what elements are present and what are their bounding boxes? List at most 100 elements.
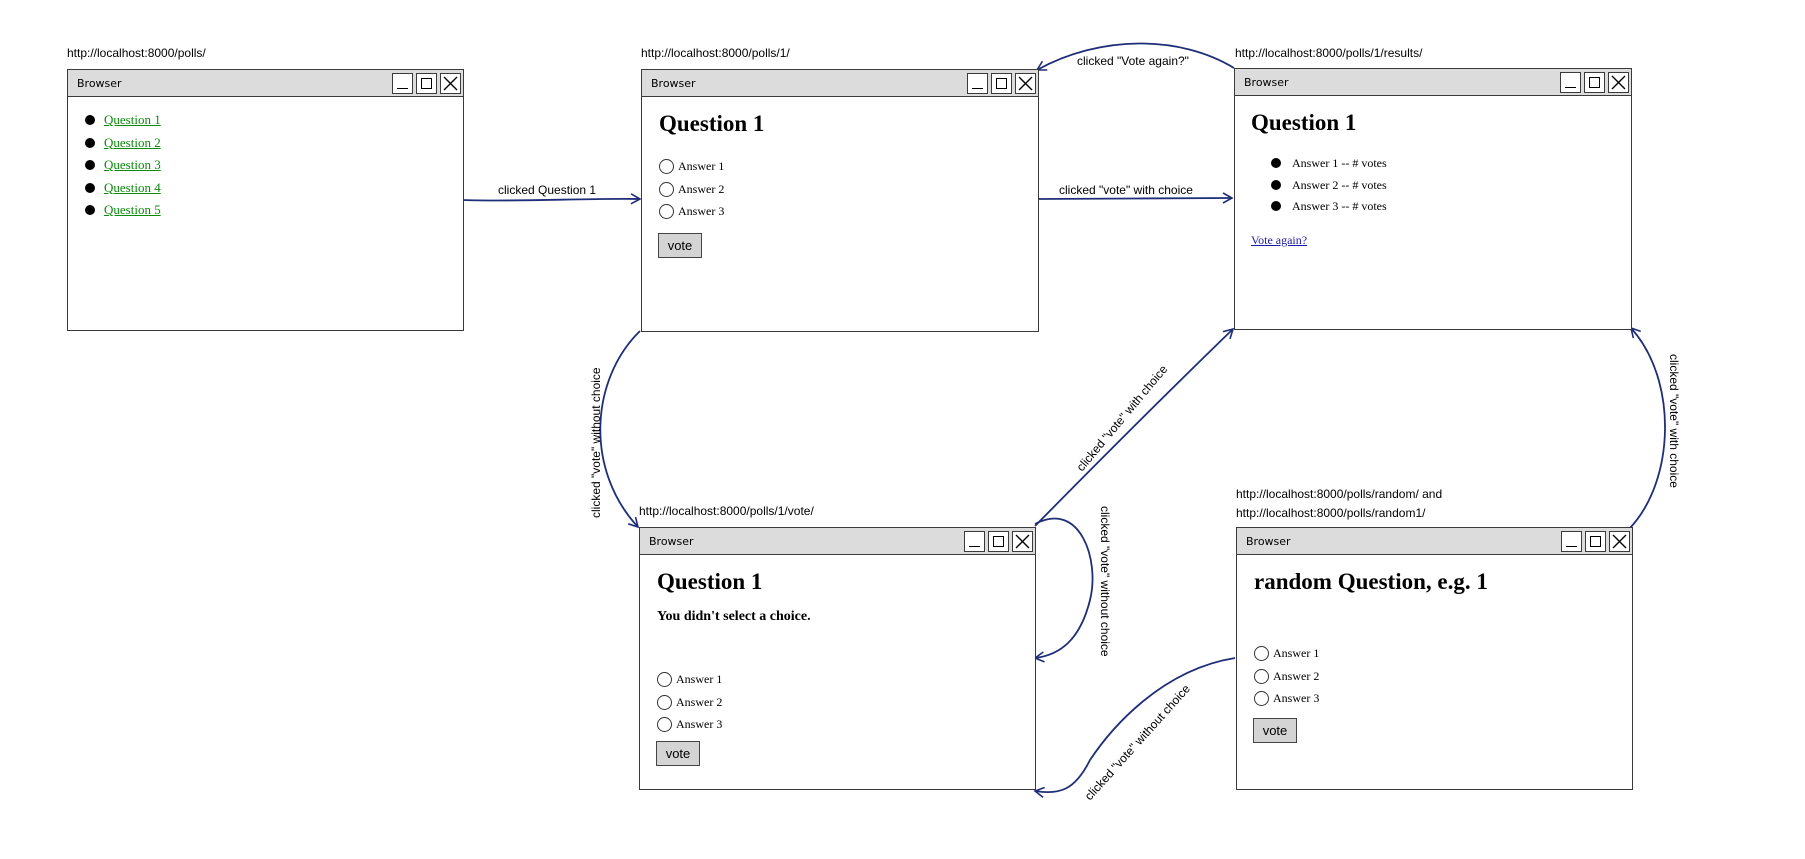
- bullet-icon: [1271, 179, 1281, 190]
- radio-circle-icon[interactable]: [659, 203, 674, 219]
- close-icon[interactable]: [1015, 73, 1036, 94]
- maximize-icon[interactable]: [988, 531, 1009, 552]
- answer-label: Answer 2: [678, 181, 725, 196]
- answer-label: Answer 3: [676, 716, 723, 731]
- minimize-icon[interactable]: [1560, 72, 1581, 93]
- list-item: Answer 1 -- # votes: [1271, 154, 1387, 176]
- answer-label: Answer 3: [1273, 690, 1320, 705]
- radio-circle-icon[interactable]: [657, 671, 672, 687]
- answer-label: Answer 2: [676, 694, 723, 709]
- list-item: Answer 2 -- # votes: [1271, 176, 1387, 198]
- window-detail: Browser Question 1 Answer 1 Answer 2 Ans…: [641, 69, 1039, 332]
- bullet-icon: [85, 137, 95, 148]
- titlebar: Browser: [1235, 69, 1631, 96]
- question-list: Question 1 Question 2 Question 3 Questio…: [85, 111, 161, 224]
- edge-clicked-question1: [462, 193, 642, 205]
- window-polls: Browser Question 1 Question 2 Question 3…: [67, 69, 464, 331]
- url-random-line1: http://localhost:8000/polls/random/ and: [1236, 487, 1443, 501]
- url-detail: http://localhost:8000/polls/1/: [641, 46, 790, 60]
- page-heading: Question 1: [659, 111, 765, 136]
- edge-label-vote-without-choice-self: clicked "vote" without choice: [1098, 506, 1112, 657]
- error-message: You didn't select a choice.: [657, 609, 811, 624]
- bullet-icon: [85, 182, 95, 193]
- radio-circle-icon[interactable]: [1254, 645, 1269, 661]
- close-icon[interactable]: [1609, 531, 1630, 552]
- url-polls: http://localhost:8000/polls/: [67, 46, 206, 60]
- edge-label-clicked-question1: clicked Question 1: [498, 183, 596, 197]
- radio-circle-icon[interactable]: [657, 716, 672, 732]
- titlebar: Browser: [642, 70, 1038, 97]
- edge-label-vote-with-choice-right: clicked "vote" with choice: [1667, 354, 1681, 488]
- answer-radio[interactable]: Answer 2: [657, 694, 722, 712]
- question-link[interactable]: Question 5: [104, 202, 161, 217]
- edge-label-vote-with-choice-top: clicked "vote" with choice: [1059, 183, 1193, 197]
- window-vote: Browser Question 1 You didn't select a c…: [639, 527, 1036, 790]
- vote-again-link[interactable]: Vote again?: [1251, 233, 1307, 248]
- result-text: Answer 3 -- # votes: [1292, 199, 1387, 213]
- radio-circle-icon[interactable]: [657, 694, 672, 710]
- edge-vote-with-choice-top: [1037, 192, 1234, 204]
- edge-vote-without-choice-self: [1033, 517, 1094, 663]
- list-item: Question 5: [85, 201, 161, 224]
- maximize-icon[interactable]: [416, 73, 437, 94]
- answer-radio[interactable]: Answer 1: [659, 158, 724, 176]
- url-results: http://localhost:8000/polls/1/results/: [1235, 46, 1423, 60]
- maximize-icon[interactable]: [1584, 72, 1605, 93]
- edge-vote-with-choice-diag: [1034, 327, 1235, 527]
- window-title: Browser: [1246, 535, 1291, 548]
- minimize-icon[interactable]: [1561, 531, 1582, 552]
- titlebar: Browser: [68, 70, 463, 97]
- answer-radio[interactable]: Answer 1: [657, 671, 722, 689]
- radio-circle-icon[interactable]: [1254, 668, 1269, 684]
- answer-radio[interactable]: Answer 3: [659, 203, 724, 221]
- bullet-icon: [85, 160, 95, 170]
- answer-label: Answer 1: [1273, 645, 1320, 660]
- window-title: Browser: [651, 77, 696, 90]
- edge-label-vote-without-choice-random: clicked "vote" without choice: [1082, 681, 1193, 803]
- bullet-icon: [1271, 201, 1281, 211]
- maximize-icon[interactable]: [1585, 531, 1606, 552]
- vote-button[interactable]: vote: [658, 233, 702, 258]
- edge-label-vote-with-choice-diag: clicked "vote" with choice: [1074, 362, 1171, 474]
- maximize-icon[interactable]: [991, 73, 1012, 94]
- vote-button[interactable]: vote: [1253, 718, 1297, 743]
- close-icon[interactable]: [1012, 531, 1033, 552]
- edge-vote-without-choice-left: [599, 330, 641, 529]
- bullet-icon: [85, 115, 95, 125]
- window-title: Browser: [1244, 76, 1289, 89]
- titlebar: Browser: [1237, 528, 1632, 555]
- edge-vote-without-choice-random: [1033, 657, 1236, 798]
- minimize-icon[interactable]: [392, 73, 413, 94]
- answer-radio[interactable]: Answer 2: [659, 181, 724, 199]
- edge-label-vote-again: clicked "Vote again?": [1077, 54, 1189, 68]
- answer-label: Answer 3: [678, 203, 725, 218]
- minimize-icon[interactable]: [964, 531, 985, 552]
- question-link[interactable]: Question 4: [104, 180, 161, 195]
- list-item: Answer 3 -- # votes: [1271, 197, 1387, 219]
- result-text: Answer 2 -- # votes: [1292, 177, 1387, 192]
- bullet-icon: [85, 205, 95, 215]
- answer-radio[interactable]: Answer 3: [1254, 690, 1319, 708]
- results-list: Answer 1 -- # votes Answer 2 -- # votes …: [1271, 154, 1387, 219]
- answer-radio[interactable]: Answer 3: [657, 716, 722, 734]
- question-link[interactable]: Question 1: [104, 112, 161, 127]
- bullet-icon: [1271, 158, 1281, 168]
- list-item: Question 1: [85, 111, 161, 134]
- radio-circle-icon[interactable]: [1254, 690, 1269, 706]
- answer-label: Answer 2: [1273, 668, 1320, 683]
- radio-circle-icon[interactable]: [659, 181, 674, 197]
- close-icon[interactable]: [440, 73, 461, 94]
- radio-circle-icon[interactable]: [659, 158, 674, 174]
- question-link[interactable]: Question 2: [104, 135, 161, 150]
- window-random: Browser random Question, e.g. 1 Answer 1…: [1236, 527, 1633, 790]
- answer-radio[interactable]: Answer 2: [1254, 668, 1319, 686]
- close-icon[interactable]: [1608, 72, 1629, 93]
- list-item: Question 4: [85, 179, 161, 202]
- window-results: Browser Question 1 Answer 1 -- # votes A…: [1234, 68, 1632, 330]
- edge-label-vote-without-choice-left: clicked "vote" without choice: [589, 367, 603, 518]
- minimize-icon[interactable]: [967, 73, 988, 94]
- vote-button[interactable]: vote: [656, 741, 700, 766]
- answer-radio[interactable]: Answer 1: [1254, 645, 1319, 663]
- question-link[interactable]: Question 3: [104, 157, 161, 172]
- answer-label: Answer 1: [676, 671, 723, 686]
